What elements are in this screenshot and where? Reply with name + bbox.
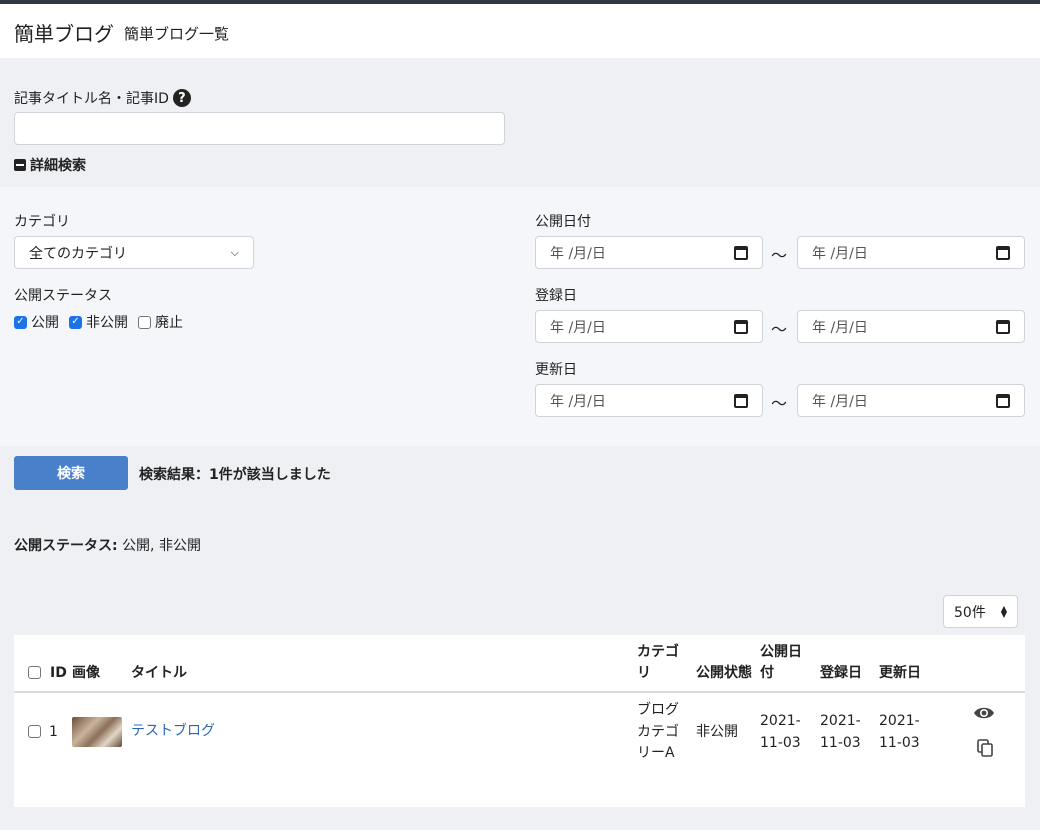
column-header-status[interactable]: 公開状態 (696, 663, 752, 684)
calendar-icon[interactable] (996, 393, 1010, 408)
row-updated-line1: 2021- (879, 713, 920, 729)
column-header-publish-line2[interactable]: 付 (760, 663, 774, 684)
status-checkbox-abolished[interactable]: 廃止 (138, 312, 183, 332)
checkbox-checked-icon[interactable]: ✓ (69, 315, 82, 329)
publish-date-from-input[interactable]: 年 /月/日 (535, 236, 763, 269)
copy-icon[interactable] (977, 739, 993, 757)
calendar-icon[interactable] (996, 245, 1010, 260)
register-date-label: 登録日 (535, 288, 577, 304)
update-date-label: 更新日 (535, 362, 577, 378)
row-category-line1: ブログ (637, 702, 679, 718)
blog-title-link[interactable]: テストブログ (131, 721, 215, 742)
row-registered-line1: 2021- (820, 713, 861, 729)
app-title: 簡単ブログ (14, 22, 114, 46)
range-tilde: 〜 (771, 246, 788, 265)
update-date-to-input[interactable]: 年 /月/日 (797, 384, 1025, 417)
calendar-icon[interactable] (734, 393, 748, 408)
status-checkbox-private[interactable]: ✓ 非公開 (69, 312, 128, 332)
filter-summary-label: 公開ステータス: (14, 538, 118, 554)
row-publish-date-line1: 2021- (760, 713, 801, 729)
keyword-search-section: 記事タイトル名・記事ID ? 詳細検索 (0, 58, 1040, 187)
register-date-from-input[interactable]: 年 /月/日 (535, 310, 763, 343)
status-label: 公開ステータス (14, 288, 112, 304)
publish-date-label: 公開日付 (535, 214, 591, 230)
category-select[interactable]: 全てのカテゴリ ⌵ (14, 236, 254, 269)
row-publish-date-line2: 11-03 (760, 735, 801, 751)
minus-square-icon (14, 159, 26, 171)
row-registered-line2: 11-03 (820, 735, 861, 751)
keyword-search-input[interactable] (14, 112, 505, 145)
column-header-category-line1[interactable]: カテゴ (637, 642, 679, 663)
advanced-search-toggle[interactable]: 詳細検索 (14, 155, 86, 175)
per-page-select[interactable]: 50件 ▲ ▼ (943, 595, 1018, 628)
row-select-checkbox[interactable] (28, 725, 41, 738)
row-category-line3: リーA (637, 745, 675, 761)
table-header-divider (14, 691, 1025, 693)
column-header-title[interactable]: タイトル (131, 663, 187, 684)
column-header-category-line2[interactable]: リ (637, 663, 651, 684)
column-header-id[interactable]: ID (50, 663, 67, 684)
row-category-line2: カテゴ (637, 724, 679, 740)
update-date-from-input[interactable]: 年 /月/日 (535, 384, 763, 417)
publish-date-to-input[interactable]: 年 /月/日 (797, 236, 1025, 269)
filter-summary: 公開ステータス: 公開, 非公開 (14, 535, 201, 555)
blog-thumbnail-image[interactable] (72, 717, 122, 747)
blog-list-table: ID 画像 タイトル カテゴ リ 公開状態 公開日 付 登録日 更新日 1 テス… (14, 635, 1025, 807)
question-circle-icon[interactable]: ? (172, 89, 191, 107)
range-tilde: 〜 (771, 394, 788, 413)
column-header-publish-line1[interactable]: 公開日 (760, 642, 802, 663)
calendar-icon[interactable] (996, 319, 1010, 334)
range-tilde: 〜 (771, 320, 788, 339)
status-checkbox-public[interactable]: ✓ 公開 (14, 312, 59, 332)
search-button[interactable]: 検索 (14, 456, 128, 490)
page-header: 簡単ブログ 簡単ブログ一覧 (0, 4, 1040, 58)
row-status: 非公開 (696, 724, 738, 740)
eye-icon[interactable] (973, 706, 995, 720)
filter-summary-value: 公開, 非公開 (122, 538, 201, 554)
column-header-registered[interactable]: 登録日 (820, 663, 862, 684)
register-date-to-input[interactable]: 年 /月/日 (797, 310, 1025, 343)
checkbox-checked-icon[interactable]: ✓ (14, 315, 27, 329)
sort-updown-icon: ▲ ▼ (1000, 603, 1007, 619)
select-all-checkbox[interactable] (28, 666, 41, 679)
chevron-down-icon: ⌵ (230, 245, 239, 259)
calendar-icon[interactable] (734, 319, 748, 334)
keyword-label: 記事タイトル名・記事ID ? (14, 88, 191, 108)
status-checkbox-group: ✓ 公開 ✓ 非公開 廃止 (14, 312, 193, 332)
column-header-updated[interactable]: 更新日 (879, 663, 921, 684)
calendar-icon[interactable] (734, 245, 748, 260)
checkbox-unchecked-icon[interactable] (138, 315, 151, 329)
advanced-search-panel: カテゴリ 全てのカテゴリ ⌵ 公開ステータス ✓ 公開 ✓ 非公開 廃止 公開日… (0, 187, 1040, 446)
row-updated-line2: 11-03 (879, 735, 920, 751)
category-label: カテゴリ (14, 214, 70, 230)
search-result-count: 検索結果：1件が該当しました (139, 467, 331, 483)
column-header-image: 画像 (72, 665, 100, 681)
page-title: 簡単ブログ一覧 (124, 25, 230, 43)
row-id: 1 (49, 724, 58, 740)
